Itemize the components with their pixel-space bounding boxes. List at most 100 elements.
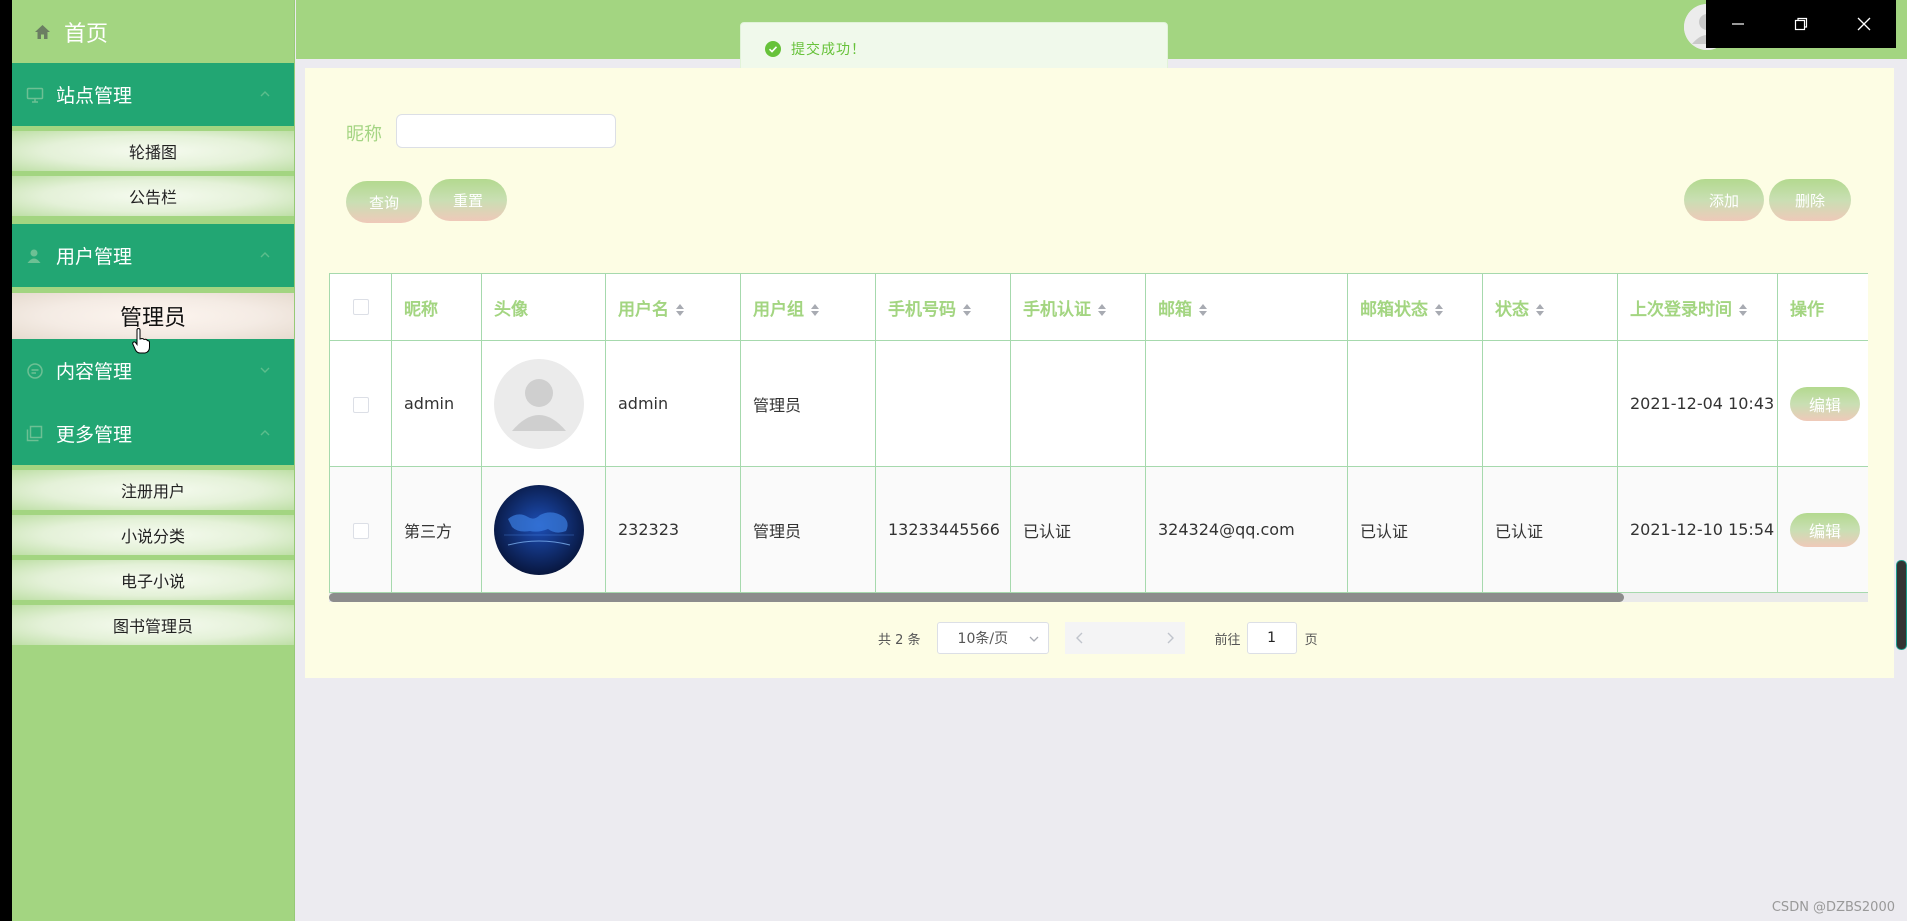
cell-avatar — [481, 340, 606, 467]
close-icon[interactable] — [1844, 16, 1884, 32]
sort-icon[interactable] — [1738, 303, 1748, 317]
cell-group: 管理员 — [740, 466, 876, 593]
header-label: 状态 — [1495, 299, 1529, 320]
sort-icon[interactable] — [1097, 303, 1107, 317]
header-group[interactable]: 用户组 — [740, 273, 876, 341]
sidebar-group-label: 更多管理 — [56, 424, 133, 446]
window-controls — [1706, 0, 1896, 48]
cell-phone: 13233445566 — [875, 466, 1011, 593]
chat-icon — [26, 362, 48, 380]
sort-icon[interactable] — [1535, 303, 1545, 317]
home-icon — [34, 24, 54, 40]
add-button[interactable]: 添加 — [1684, 179, 1764, 221]
header-status[interactable]: 状态 — [1482, 273, 1618, 341]
page-size-select[interactable]: 10条/页 — [936, 622, 1049, 654]
row-checkbox[interactable] — [352, 396, 369, 413]
pagination-total: 共 2 条 — [878, 632, 921, 648]
sidebar-item-novel-category[interactable]: 小说分类 — [12, 515, 294, 555]
reset-button[interactable]: 重置 — [429, 179, 507, 221]
sidebar-group-label: 站点管理 — [56, 85, 133, 107]
table-horizontal-scrollbar[interactable] — [329, 593, 1624, 602]
header-avatar: 头像 — [481, 273, 606, 341]
sidebar-group-label: 内容管理 — [56, 361, 133, 383]
select-all-cell — [329, 273, 392, 341]
header-email-status[interactable]: 邮箱状态 — [1347, 273, 1483, 341]
cell-phone — [875, 340, 1011, 467]
header-label: 用户名 — [618, 299, 669, 320]
sidebar-item-carousel[interactable]: 轮播图 — [12, 131, 294, 171]
cell-status: 已认证 — [1482, 466, 1618, 593]
cell-nickname: 第三方 — [391, 466, 482, 593]
watermark: CSDN @DZBS2000 — [1771, 900, 1895, 915]
left-black-strip — [0, 0, 12, 921]
edit-button[interactable]: 编辑 — [1790, 512, 1860, 547]
cell-email — [1145, 340, 1348, 467]
sidebar-item-admin[interactable]: 管理员 — [12, 293, 294, 339]
nickname-search-input[interactable] — [396, 114, 616, 148]
table-row: 第三方 232323 管理员 13233445566 已认证 324324@qq… — [329, 466, 1868, 593]
sidebar-group-more[interactable]: 更多管理 — [12, 402, 294, 465]
next-page-icon[interactable] — [1165, 629, 1175, 648]
minimize-icon[interactable] — [1718, 16, 1758, 32]
sidebar-item-librarian[interactable]: 图书管理员 — [12, 605, 294, 645]
header-phone-auth[interactable]: 手机认证 — [1010, 273, 1146, 341]
cell-last-login: 2021-12-10 15:54 — [1617, 466, 1778, 593]
search-nickname-label: 昵称 — [346, 124, 382, 145]
page-nav — [1064, 622, 1185, 654]
cell-email-status — [1347, 340, 1483, 467]
cell-last-login: 2021-12-04 10:43 — [1617, 340, 1778, 467]
cell-phone-auth: 已认证 — [1010, 466, 1146, 593]
hand-cursor-icon — [132, 328, 150, 354]
sort-icon[interactable] — [1198, 303, 1208, 317]
cell-status — [1482, 340, 1618, 467]
cell-username: 232323 — [605, 466, 741, 593]
sidebar-item-notice[interactable]: 公告栏 — [12, 176, 294, 216]
monitor-icon — [26, 87, 48, 103]
edit-button[interactable]: 编辑 — [1790, 386, 1860, 421]
sidebar-group-users[interactable]: 用户管理 — [12, 224, 294, 287]
toast-message: 提交成功！ — [791, 41, 866, 58]
page-vertical-scrollbar[interactable] — [1896, 560, 1907, 650]
sidebar-group-label: 用户管理 — [56, 246, 133, 268]
table-row: admin admin 管理员 2021-12-04 10:43 编辑 — [329, 340, 1868, 467]
chevron-down-icon — [1029, 636, 1039, 642]
default-avatar-icon — [494, 358, 584, 449]
sort-icon[interactable] — [810, 303, 820, 317]
page-size-value: 10条/页 — [957, 631, 1009, 647]
sort-icon[interactable] — [1434, 303, 1444, 317]
cell-group: 管理员 — [740, 340, 876, 467]
prev-page-icon[interactable] — [1075, 629, 1085, 648]
cell-actions: 编辑 — [1777, 466, 1868, 593]
sort-icon[interactable] — [962, 303, 972, 317]
sidebar-item-ebook[interactable]: 电子小说 — [12, 560, 294, 600]
cell-email-status: 已认证 — [1347, 466, 1483, 593]
query-button[interactable]: 查询 — [346, 181, 422, 223]
select-all-checkbox[interactable] — [352, 299, 369, 315]
header-label: 手机认证 — [1023, 299, 1091, 320]
header-label: 上次登录时间 — [1630, 299, 1732, 320]
goto-label: 前往 — [1214, 632, 1241, 648]
header-username[interactable]: 用户名 — [605, 273, 741, 341]
user-icon — [26, 248, 48, 264]
chevron-up-icon — [260, 430, 270, 436]
page-unit-label: 页 — [1304, 632, 1318, 648]
pagination: 共 2 条 10条/页 前往 1 页 — [878, 622, 1318, 654]
chevron-up-icon — [260, 252, 270, 258]
sidebar-group-content[interactable]: 内容管理 — [12, 339, 294, 402]
sidebar-item-registered-users[interactable]: 注册用户 — [12, 470, 294, 510]
sidebar-home[interactable]: 首页 — [12, 0, 294, 63]
header-phone[interactable]: 手机号码 — [875, 273, 1011, 341]
header-email[interactable]: 邮箱 — [1145, 273, 1348, 341]
delete-button[interactable]: 删除 — [1769, 179, 1851, 221]
row-checkbox[interactable] — [352, 522, 369, 539]
sidebar-group-site[interactable]: 站点管理 — [12, 63, 294, 126]
users-table: 昵称 头像 用户名 用户组 手机号码 手机认证 邮箱 邮箱状态 状态 上次登录时… — [329, 273, 1868, 600]
sort-icon[interactable] — [675, 303, 685, 317]
header-last-login[interactable]: 上次登录时间 — [1617, 273, 1778, 341]
cell-nickname: admin — [391, 340, 482, 467]
header-actions: 操作 — [1777, 273, 1868, 341]
copy-icon — [26, 425, 48, 442]
restore-icon[interactable] — [1781, 16, 1821, 32]
row-select-cell — [329, 466, 392, 593]
page-jump-input[interactable]: 1 — [1246, 622, 1297, 654]
